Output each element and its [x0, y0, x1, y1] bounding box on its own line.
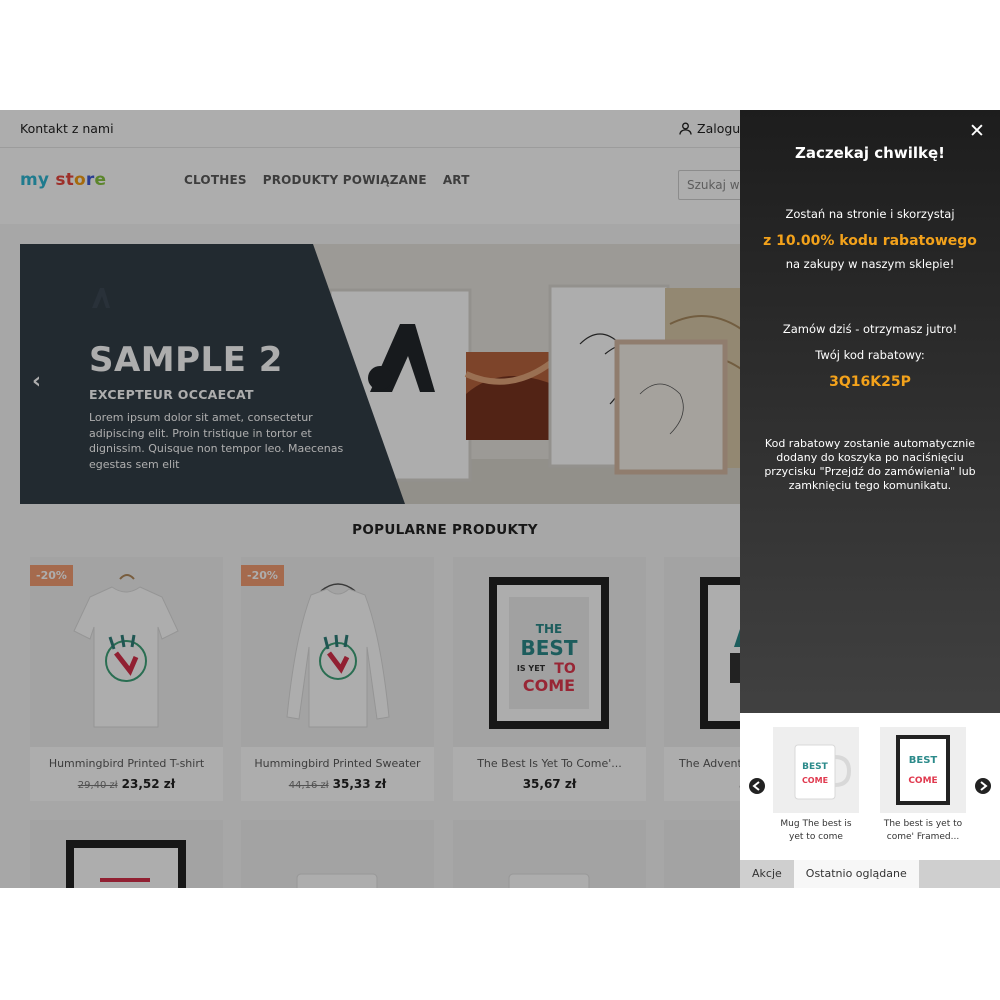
- popup-discount: z 10.00% kodu rabatowego: [763, 233, 977, 249]
- carousel-prev-icon[interactable]: [749, 778, 765, 794]
- reco-item[interactable]: BEST COME The best is yet to come' Frame…: [880, 727, 966, 844]
- popup-title: Zaczekaj chwilkę!: [795, 144, 945, 162]
- reco-item[interactable]: BEST COME Mug The best is yet to come: [773, 727, 859, 844]
- popup-line-2: na zakupy w naszym sklepie!: [785, 257, 955, 271]
- svg-text:COME: COME: [908, 776, 937, 786]
- tab-promotions[interactable]: Akcje: [740, 860, 794, 888]
- close-icon[interactable]: ✕: [969, 120, 985, 142]
- modal-overlay[interactable]: [0, 110, 740, 888]
- tab-recently-viewed[interactable]: Ostatnio oglądane: [793, 860, 919, 888]
- discount-code: 3Q16K25P: [829, 374, 911, 390]
- reco-image-poster[interactable]: BEST COME: [880, 727, 966, 813]
- exit-intent-popup: ✕ Zaczekaj chwilkę! Zostań na stronie i …: [740, 110, 1000, 888]
- svg-text:BEST: BEST: [909, 755, 938, 766]
- popup-line-4: Twój kod rabatowy:: [815, 348, 925, 362]
- recommendations-carousel: BEST COME Mug The best is yet to come BE…: [740, 713, 1000, 860]
- reco-name[interactable]: Mug The best is yet to come: [773, 818, 859, 844]
- carousel-next-icon[interactable]: [975, 778, 991, 794]
- svg-text:BEST: BEST: [802, 762, 828, 772]
- popup-description: Kod rabatowy zostanie automatycznie doda…: [764, 437, 976, 492]
- reco-image-mug[interactable]: BEST COME: [773, 727, 859, 813]
- svg-text:COME: COME: [802, 776, 828, 785]
- shop-page: Kontakt z nami Zaloguj my store CLOTHES …: [0, 110, 740, 888]
- popup-tabs: Akcje Ostatnio oglądane: [740, 860, 1000, 888]
- reco-name[interactable]: The best is yet to come' Framed...: [880, 818, 966, 844]
- popup-line-1: Zostań na stronie i skorzystaj: [785, 207, 955, 221]
- popup-line-3: Zamów dziś - otrzymasz jutro!: [782, 322, 958, 336]
- viewport: Kontakt z nami Zaloguj my store CLOTHES …: [0, 110, 1000, 888]
